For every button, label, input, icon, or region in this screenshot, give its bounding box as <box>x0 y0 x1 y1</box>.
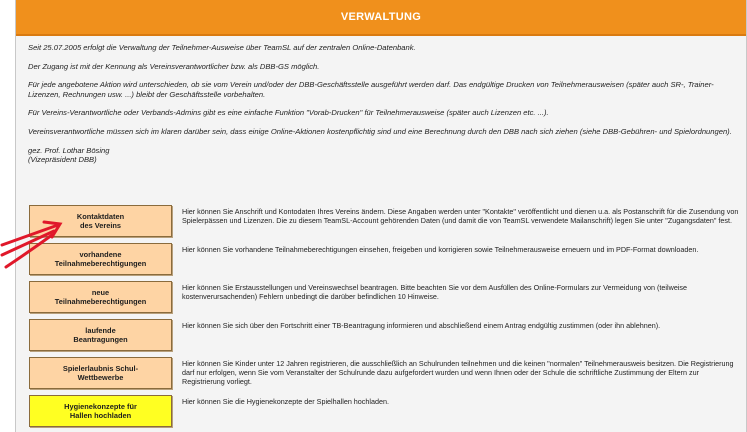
spielerlaubnis-schulwettbewerbe-button[interactable]: Spielerlaubnis Schul- Wettbewerbe <box>29 357 172 389</box>
action-row: laufende Beantragungen Hier können Sie s… <box>29 319 739 351</box>
admin-panel: VERWALTUNG Seit 25.07.2005 erfolgt die V… <box>15 0 747 432</box>
action-description: Hier können Sie Erstausstellungen und Ve… <box>182 283 688 302</box>
page-title: VERWALTUNG <box>340 11 422 23</box>
button-label-line1: Spielerlaubnis Schul- <box>62 364 139 373</box>
action-description: Hier können Sie sich über den Fortschrit… <box>182 321 661 330</box>
hygienekonzepte-upload-button[interactable]: Hygienekonzepte für Hallen hochladen <box>29 395 172 427</box>
action-row: Hygienekonzepte für Hallen hochladen Hie… <box>29 395 739 427</box>
action-row: neue Teilnahmeberechtigungen Hier können… <box>29 281 739 313</box>
action-row: Spielerlaubnis Schul- Wettbewerbe Hier k… <box>29 357 739 389</box>
action-description: Hier können Sie Anschrift und Kontodaten… <box>182 207 739 226</box>
action-description: Hier können Sie vorhandene Teilnahmebere… <box>182 245 699 254</box>
intro-text: Seit 25.07.2005 erfolgt die Verwaltung d… <box>16 36 746 165</box>
signature: gez. Prof. Lothar Bösing (Vizepräsident … <box>28 146 734 165</box>
action-description: Hier können Sie die Hygienekonzepte der … <box>182 397 389 406</box>
laufende-beantragungen-button[interactable]: laufende Beantragungen <box>29 319 172 351</box>
action-list: Kontaktdaten des Vereins Hier können Sie… <box>29 205 739 432</box>
intro-paragraph-1: Seit 25.07.2005 erfolgt die Verwaltung d… <box>28 43 416 52</box>
panel-header: VERWALTUNG <box>16 0 746 36</box>
button-label-line1: neue <box>91 288 110 297</box>
annotation-arrow <box>0 220 63 269</box>
signature-role: (Vizepräsident DBB) <box>28 155 97 165</box>
button-label-line2: Hallen hochladen <box>69 411 132 420</box>
signature-name: gez. Prof. Lothar Bösing <box>28 145 110 155</box>
button-label-line1: Hygienekonzepte für <box>64 402 137 411</box>
button-label-line2: Teilnahmeberechtigungen <box>54 297 147 306</box>
button-label-line2: Wettbewerbe <box>77 373 124 382</box>
intro-paragraph-4: Für Vereins-Verantwortliche oder Verband… <box>28 108 549 118</box>
intro-paragraph-3: Für jede angebotene Aktion wird untersch… <box>28 80 714 99</box>
button-label-line1: laufende <box>85 326 116 335</box>
neue-teilnahmeberechtigungen-button[interactable]: neue Teilnahmeberechtigungen <box>29 281 172 313</box>
action-description: Hier können Sie Kinder unter 12 Jahren r… <box>182 359 734 387</box>
intro-paragraph-5: Vereinsverantwortliche müssen sich im kl… <box>28 126 732 136</box>
action-row: vorhandene Teilnahmeberechtigungen Hier … <box>29 243 739 275</box>
intro-paragraph-2: Der Zugang ist mit der Kennung als Verei… <box>28 61 320 71</box>
button-label-line2: Beantragungen <box>73 335 128 344</box>
action-row: Kontaktdaten des Vereins Hier können Sie… <box>29 205 739 237</box>
